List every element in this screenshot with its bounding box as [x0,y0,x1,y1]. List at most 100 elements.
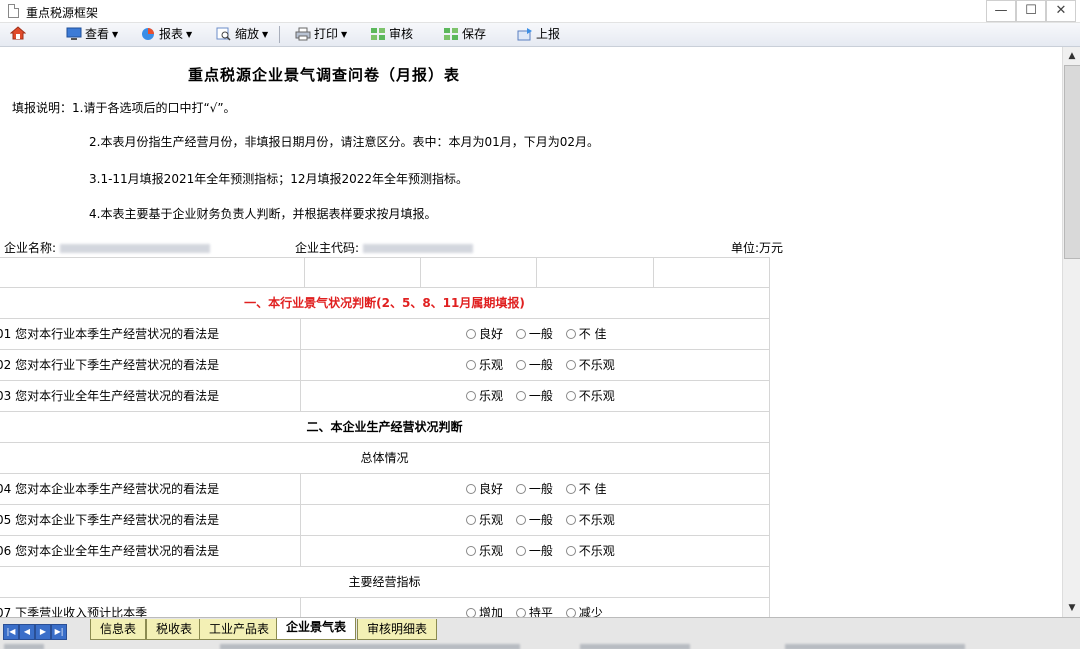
table-row: 02 您对本行业下季生产经营状况的看法是 乐观 一般 不乐观 [0,350,770,381]
radio-icon[interactable] [515,515,526,525]
radio-icon[interactable] [515,484,526,494]
radio-option[interactable]: 不乐观 [565,350,615,380]
radio-option[interactable]: 良好 [466,319,503,349]
vertical-scrollbar[interactable]: ▲ ▼ [1062,47,1080,617]
view-menu[interactable]: 查看 ▼ [66,23,118,46]
prev-sheet-icon[interactable]: ◀ [19,624,35,640]
question-label: 07 下季营业收入预计比本季 [0,598,301,617]
toolbar: 查看 ▼ 报表 ▼ 缩放 ▼ 打印 ▼ 审核 保存 上报 [0,23,1080,47]
note-3: 3.1-11月填报2021年全年预测指标；12月填报2022年全年预测指标。 [89,172,469,186]
option-label: 不乐观 [578,358,615,372]
radio-icon[interactable] [565,546,576,556]
zoom-menu[interactable]: 缩放 ▼ [216,23,268,46]
radio-icon[interactable] [515,391,526,401]
radio-icon[interactable] [466,484,476,494]
radio-option[interactable]: 不 佳 [565,319,607,349]
radio-icon[interactable] [466,329,476,339]
table-cell[interactable] [420,258,537,288]
radio-option[interactable]: 减少 [565,598,603,617]
radio-option[interactable]: 不 佳 [565,474,607,504]
option-label: 一般 [528,482,553,496]
table-cell[interactable] [0,258,305,288]
table-row: 07 下季营业收入预计比本季 增加 持平 减少 [0,598,770,617]
home-button[interactable] [9,23,27,46]
chevron-down-icon: ▼ [341,30,348,39]
radio-option[interactable]: 一般 [515,505,553,535]
radio-option[interactable]: 乐观 [466,381,503,411]
header-row [0,257,770,288]
last-sheet-icon[interactable]: ▶| [51,624,67,640]
radio-icon[interactable] [565,391,576,401]
company-code-redacted [363,244,474,253]
tab-tax[interactable]: 税收表 [146,619,203,640]
save-button[interactable]: 保存 [443,23,486,46]
radio-icon[interactable] [515,329,526,339]
radio-option[interactable]: 一般 [515,381,553,411]
status-text-redacted [580,644,690,649]
status-text-redacted [785,644,965,649]
next-sheet-icon[interactable]: ▶ [35,624,51,640]
company-name-label: 企业名称: [4,241,57,255]
table-cell[interactable] [304,258,421,288]
question-text: 您对本行业全年生产经营状况的看法是 [15,389,220,403]
radio-icon[interactable] [466,608,476,617]
radio-option[interactable]: 一般 [515,536,553,566]
option-label: 乐观 [479,544,504,558]
question-code: 01 [0,327,12,341]
radio-option[interactable]: 不乐观 [565,505,615,535]
radio-option[interactable]: 持平 [515,598,553,617]
radio-icon[interactable] [565,360,576,370]
maximize-button[interactable]: ☐ [1016,0,1046,22]
close-button[interactable]: ✕ [1046,0,1076,22]
radio-icon[interactable] [565,484,576,494]
table-row: 05 您对本企业下季生产经营状况的看法是 乐观 一般 不乐观 [0,505,770,536]
question-label: 01 您对本行业本季生产经营状况的看法是 [0,319,301,349]
radio-option[interactable]: 增加 [466,598,503,617]
scroll-down-icon[interactable]: ▼ [1064,600,1080,616]
company-name: 企业名称: [4,239,211,256]
tab-industrial-products[interactable]: 工业产品表 [199,619,280,640]
report-label: 报表 [159,27,184,41]
question-text: 下季营业收入预计比本季 [15,606,148,617]
radio-icon[interactable] [515,608,526,617]
print-menu[interactable]: 打印 ▼ [295,23,347,46]
option-label: 一般 [528,327,553,341]
scrollbar-thumb[interactable] [1064,65,1080,259]
audit-button[interactable]: 审核 [370,23,413,46]
tab-info[interactable]: 信息表 [90,619,147,640]
radio-icon[interactable] [565,515,576,525]
submit-button[interactable]: 上报 [517,23,560,46]
radio-option[interactable]: 一般 [515,350,553,380]
radio-option[interactable]: 一般 [515,319,553,349]
radio-option[interactable]: 良好 [466,474,503,504]
minimize-button[interactable]: — [986,0,1016,22]
radio-icon[interactable] [565,329,576,339]
table-cell[interactable] [536,258,654,288]
radio-option[interactable]: 乐观 [466,350,503,380]
tab-audit-details[interactable]: 审核明细表 [357,619,438,640]
tab-enterprise-sentiment[interactable]: 企业景气表 [276,618,357,640]
table-row: 01 您对本行业本季生产经营状况的看法是 良好 一般 不 佳 [0,319,770,350]
question-code: 07 [0,606,12,617]
radio-icon[interactable] [515,360,526,370]
radio-option[interactable]: 不乐观 [565,536,615,566]
radio-option[interactable]: 乐观 [466,536,503,566]
print-label: 打印 [314,27,339,41]
question-label: 02 您对本行业下季生产经营状况的看法是 [0,350,301,380]
radio-icon[interactable] [466,360,476,370]
radio-option[interactable]: 乐观 [466,505,503,535]
upload-icon [517,28,532,41]
radio-icon[interactable] [466,515,476,525]
question-code: 04 [0,482,12,496]
radio-icon[interactable] [515,546,526,556]
radio-option[interactable]: 不乐观 [565,381,615,411]
report-menu[interactable]: 报表 ▼ [140,23,192,46]
first-sheet-icon[interactable]: |◀ [3,624,19,640]
radio-icon[interactable] [466,391,476,401]
radio-option[interactable]: 一般 [515,474,553,504]
radio-icon[interactable] [565,608,576,617]
radio-icon[interactable] [466,546,476,556]
save-icon [444,28,458,40]
scroll-up-icon[interactable]: ▲ [1064,48,1080,64]
option-label: 乐观 [479,389,504,403]
